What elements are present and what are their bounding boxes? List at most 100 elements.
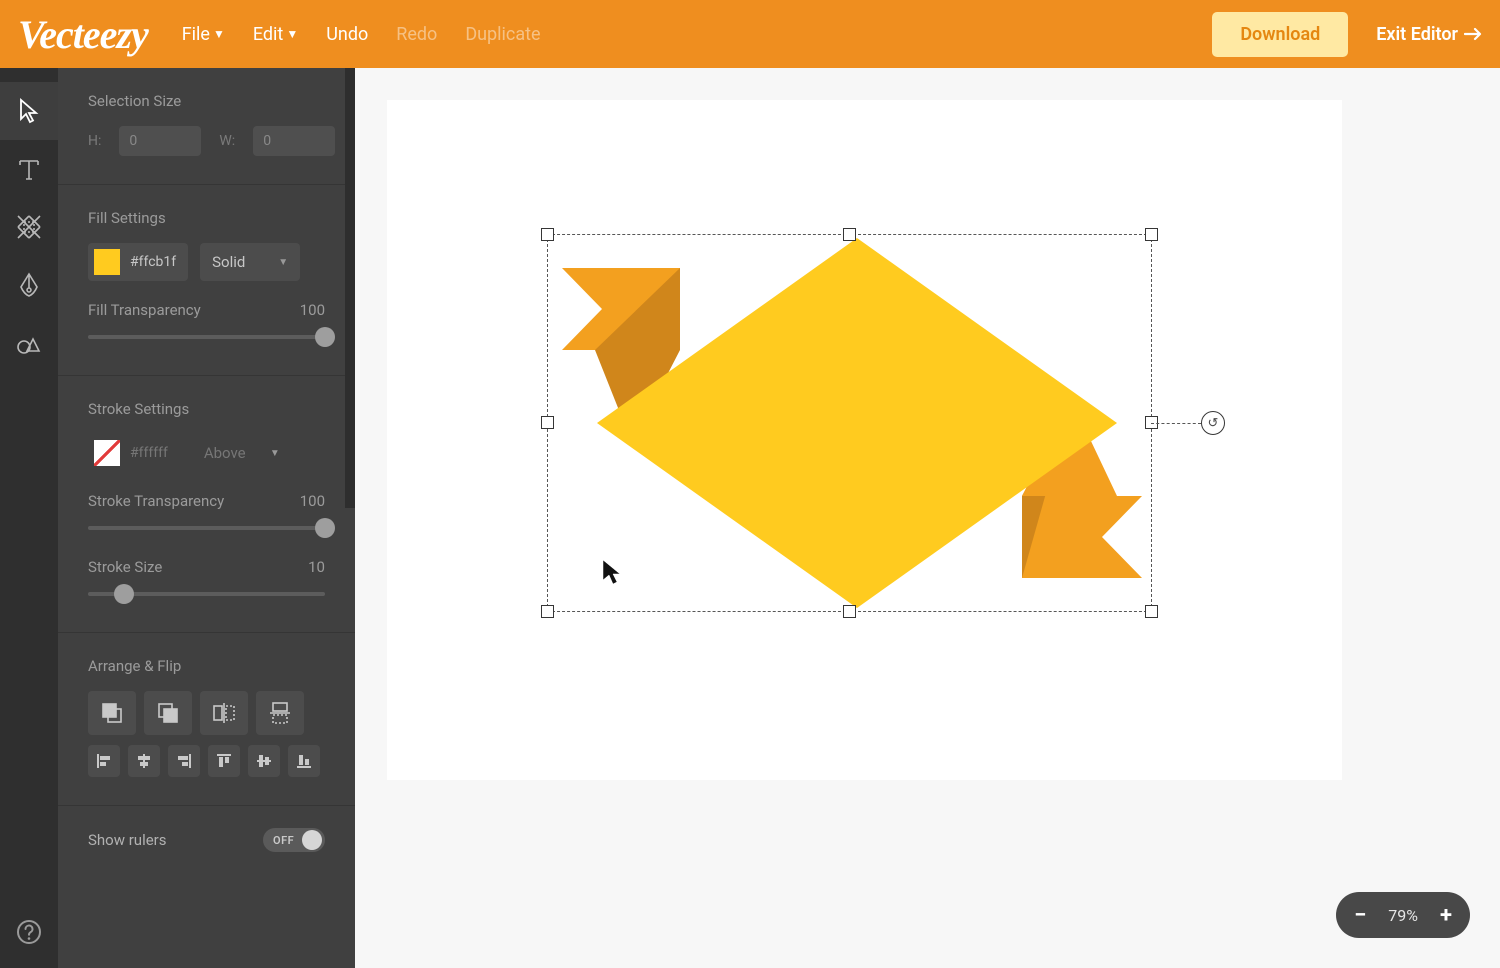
align-right-icon (175, 752, 193, 770)
stroke-size-label: Stroke Size (88, 558, 162, 576)
chevron-down-icon: ▼ (270, 448, 280, 459)
chevron-down-icon: ▼ (286, 27, 298, 41)
arrange-flip-section: Arrange & Flip (58, 633, 355, 806)
flip-horizontal-button[interactable] (200, 691, 248, 735)
tool-strip (0, 68, 58, 968)
arrange-flip-title: Arrange & Flip (88, 657, 325, 675)
align-right-button[interactable] (168, 745, 200, 777)
fill-swatch-icon (94, 249, 120, 275)
show-rulers-label: Show rulers (88, 831, 167, 849)
stroke-color-picker[interactable]: #ffffff (88, 434, 180, 472)
send-backward-button[interactable] (144, 691, 192, 735)
exit-editor-label: Exit Editor (1376, 24, 1458, 45)
stroke-position-value: Above (204, 444, 246, 462)
stroke-transparency-slider[interactable] (88, 518, 325, 538)
zoom-out-button[interactable]: − (1350, 903, 1370, 928)
resize-handle-ne[interactable] (1145, 228, 1158, 241)
chevron-down-icon: ▼ (213, 27, 225, 41)
align-center-h-icon (135, 752, 153, 770)
stroke-hex-value: #ffffff (130, 445, 168, 461)
height-input[interactable] (119, 126, 201, 156)
width-input[interactable] (253, 126, 335, 156)
menu-file[interactable]: File ▼ (182, 24, 225, 45)
fill-transparency-value: 100 (300, 301, 325, 319)
width-label: W: (219, 133, 235, 149)
menu-duplicate: Duplicate (465, 24, 540, 45)
flip-v-icon (267, 700, 293, 726)
main-area: Selection Size H: W: Fill Settings #ffcb… (0, 68, 1500, 968)
stroke-settings-section: Stroke Settings #ffffff Above ▼ Stroke T… (58, 376, 355, 633)
pen-icon (15, 271, 43, 299)
align-left-icon (95, 752, 113, 770)
align-bottom-icon (295, 752, 313, 770)
no-stroke-icon (94, 440, 120, 466)
help-icon (15, 918, 43, 946)
menu-duplicate-label: Duplicate (465, 24, 540, 45)
menu-edit-label: Edit (253, 24, 283, 45)
align-bottom-button[interactable] (288, 745, 320, 777)
shapes-icon (15, 329, 43, 357)
selection-bounding-box[interactable]: ↺ (547, 234, 1152, 612)
show-rulers-toggle[interactable]: OFF (263, 828, 325, 852)
align-top-button[interactable] (208, 745, 240, 777)
menu-undo[interactable]: Undo (326, 24, 368, 45)
menu-undo-label: Undo (326, 24, 368, 45)
stroke-size-value: 10 (308, 558, 325, 576)
logo: Vecteezy (18, 11, 148, 58)
exit-editor-link[interactable]: Exit Editor (1376, 24, 1482, 45)
menu-bar: File ▼ Edit ▼ Undo Redo Duplicate (182, 24, 541, 45)
height-label: H: (88, 133, 101, 149)
selection-size-section: Selection Size H: W: (58, 68, 355, 185)
fill-transparency-slider[interactable] (88, 327, 325, 347)
fill-hex-value: #ffcb1f (130, 254, 176, 270)
canvas-area[interactable]: ↺ − 79% + (355, 68, 1500, 968)
align-left-button[interactable] (88, 745, 120, 777)
fill-transparency-label: Fill Transparency (88, 301, 201, 319)
fill-mode-value: Solid (212, 253, 245, 271)
rotate-connector (1151, 423, 1201, 424)
select-tool[interactable] (0, 82, 58, 140)
flip-vertical-button[interactable] (256, 691, 304, 735)
fill-settings-title: Fill Settings (88, 209, 325, 227)
shapes-tool[interactable] (0, 314, 58, 372)
resize-handle-se[interactable] (1145, 605, 1158, 618)
header-right: Download Exit Editor (1212, 12, 1482, 57)
arrow-right-icon (1464, 27, 1482, 41)
fill-mode-select[interactable]: Solid ▼ (200, 243, 300, 281)
resize-handle-s[interactable] (843, 605, 856, 618)
zoom-in-button[interactable]: + (1436, 903, 1456, 928)
fill-settings-section: Fill Settings #ffcb1f Solid ▼ Fill Trans… (58, 185, 355, 376)
stroke-transparency-value: 100 (300, 492, 325, 510)
selection-size-title: Selection Size (88, 92, 325, 110)
rulers-section: Show rulers OFF (58, 806, 355, 874)
align-top-icon (215, 752, 233, 770)
fill-color-picker[interactable]: #ffcb1f (88, 243, 188, 281)
resize-handle-w[interactable] (541, 416, 554, 429)
pen-tool[interactable] (0, 256, 58, 314)
rotate-handle[interactable]: ↺ (1201, 411, 1225, 435)
help-button[interactable] (15, 918, 43, 950)
align-center-v-button[interactable] (248, 745, 280, 777)
background-remove-tool[interactable] (0, 198, 58, 256)
resize-handle-n[interactable] (843, 228, 856, 241)
chevron-down-icon: ▼ (278, 257, 288, 268)
stroke-size-slider[interactable] (88, 584, 325, 604)
stroke-transparency-label: Stroke Transparency (88, 492, 224, 510)
bring-forward-icon (99, 700, 125, 726)
stroke-settings-title: Stroke Settings (88, 400, 325, 418)
zoom-control: − 79% + (1336, 892, 1470, 938)
stroke-position-select[interactable]: Above ▼ (192, 434, 292, 472)
scrollbar[interactable] (345, 68, 355, 508)
menu-redo-label: Redo (396, 24, 437, 45)
align-center-v-icon (255, 752, 273, 770)
resize-handle-sw[interactable] (541, 605, 554, 618)
download-button[interactable]: Download (1212, 12, 1348, 57)
text-tool[interactable] (0, 140, 58, 198)
flip-h-icon (211, 700, 237, 726)
align-center-h-button[interactable] (128, 745, 160, 777)
hatch-icon (15, 213, 43, 241)
text-icon (15, 155, 43, 183)
menu-edit[interactable]: Edit ▼ (253, 24, 298, 45)
bring-forward-button[interactable] (88, 691, 136, 735)
resize-handle-nw[interactable] (541, 228, 554, 241)
